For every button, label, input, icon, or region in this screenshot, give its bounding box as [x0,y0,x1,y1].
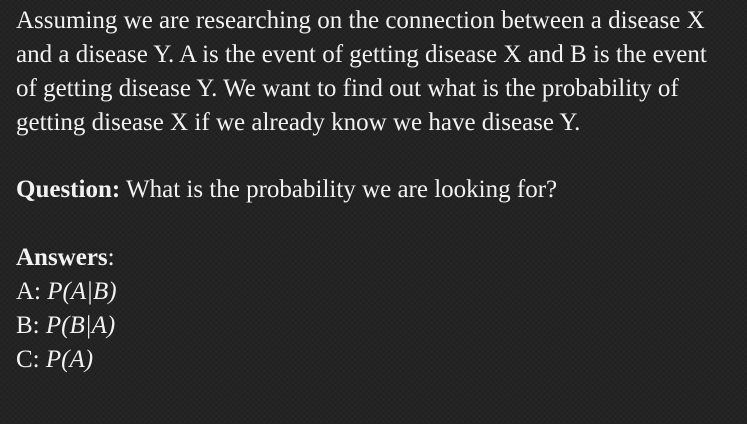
answer-option-a[interactable]: A: P(A|B) [16,275,731,309]
slide: Assuming we are researching on the conne… [0,0,747,424]
answer-letter: A: [16,278,41,305]
question-line: Question: What is the probability we are… [16,173,731,207]
answer-letter: C: [16,346,40,373]
answers-label: Answers [16,244,108,271]
answer-option-c[interactable]: C: P(A) [16,343,731,377]
answers-colon: : [107,244,115,271]
answer-expression: P(B|A) [45,312,116,339]
answer-option-b[interactable]: B: P(B|A) [16,309,731,343]
question-label: Question: [16,176,121,203]
answer-letter: B: [16,312,40,339]
question-text: What is the probability we are looking f… [126,176,558,203]
answer-expression: P(A) [45,346,94,373]
answers-heading: Answers: [16,241,731,275]
answer-list: A: P(A|B) B: P(B|A) C: P(A) [16,275,731,377]
problem-statement: Assuming we are researching on the conne… [16,7,707,136]
answer-expression: P(A|B) [47,278,117,305]
